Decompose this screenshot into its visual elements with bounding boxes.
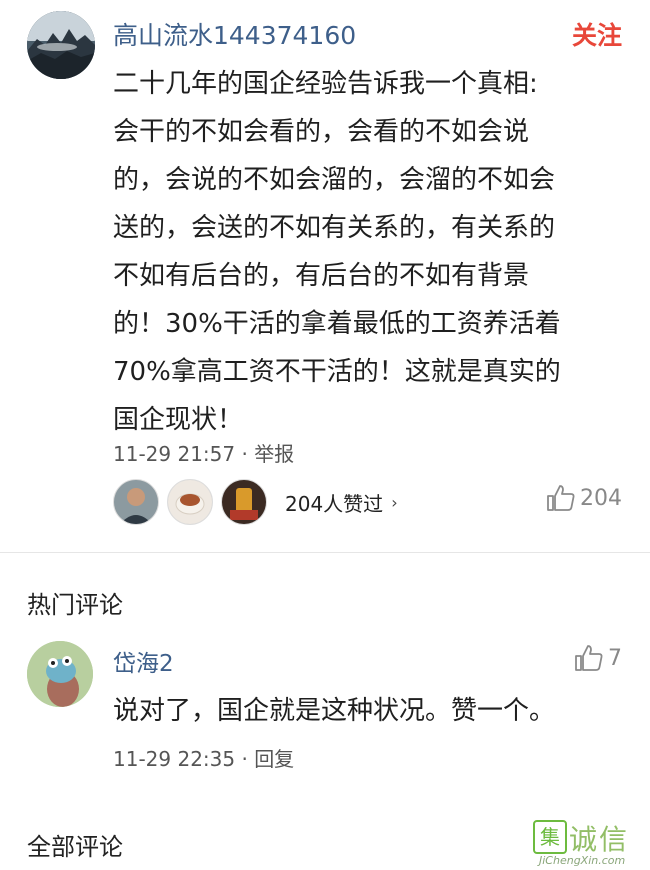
- chevron-right-icon: ›: [391, 492, 398, 512]
- liker-avatar[interactable]: [113, 479, 159, 525]
- reply-like-button[interactable]: 7: [574, 644, 622, 672]
- liker-avatar[interactable]: [167, 479, 213, 525]
- thumbs-up-icon: [575, 645, 603, 671]
- reply-like-count: 7: [608, 645, 622, 671]
- all-comments-title: 全部评论: [27, 833, 123, 861]
- mountain-avatar-image: [27, 11, 95, 79]
- likers-count-link[interactable]: 204人赞过 ›: [285, 488, 398, 517]
- cartoon-avatar-image: [27, 641, 93, 707]
- watermark-domain: JiChengXin.com: [539, 854, 626, 867]
- person-avatar-image: [114, 480, 158, 524]
- watermark-logo-icon: 集: [533, 820, 567, 854]
- reply-meta: 11-29 22:35 · 回复: [113, 743, 294, 772]
- reply-user-avatar[interactable]: [27, 641, 93, 707]
- likers-text: 204人赞过: [285, 491, 384, 516]
- comment-timestamp: 11-29 21:57: [113, 442, 236, 466]
- follow-button[interactable]: 关注: [572, 16, 622, 52]
- report-link[interactable]: 举报: [254, 442, 294, 466]
- like-count: 204: [580, 485, 622, 511]
- thumbs-up-icon: [547, 485, 575, 511]
- username[interactable]: 高山流水144374160: [113, 16, 356, 52]
- reply-link[interactable]: 回复: [254, 747, 294, 771]
- reply-body: 说对了，国企就是这种状况。赞一个。: [113, 696, 556, 726]
- reply-username[interactable]: 岱海2: [113, 644, 174, 678]
- liker-avatar[interactable]: [221, 479, 267, 525]
- section-divider: [0, 552, 650, 553]
- likers-row[interactable]: 204人赞过 ›: [113, 479, 398, 525]
- comment-body: 二十几年的国企经验告诉我一个真相: 会干的不如会看的，会看的不如会说 的，会说的…: [113, 69, 561, 435]
- reply-timestamp: 11-29 22:35: [113, 747, 236, 771]
- drink-avatar-image: [222, 480, 266, 524]
- like-button[interactable]: 204: [546, 484, 622, 512]
- meta-separator: ·: [235, 442, 255, 466]
- user-avatar[interactable]: [27, 11, 95, 79]
- meta-separator: ·: [235, 747, 255, 771]
- comment-meta: 11-29 21:57 · 举报: [113, 438, 294, 467]
- watermark-logo: 集 诚信 JiChengXin.com: [533, 818, 649, 870]
- hot-comments-title: 热门评论: [27, 591, 123, 619]
- watermark-text: 诚信: [569, 823, 630, 856]
- coffee-avatar-image: [168, 480, 212, 524]
